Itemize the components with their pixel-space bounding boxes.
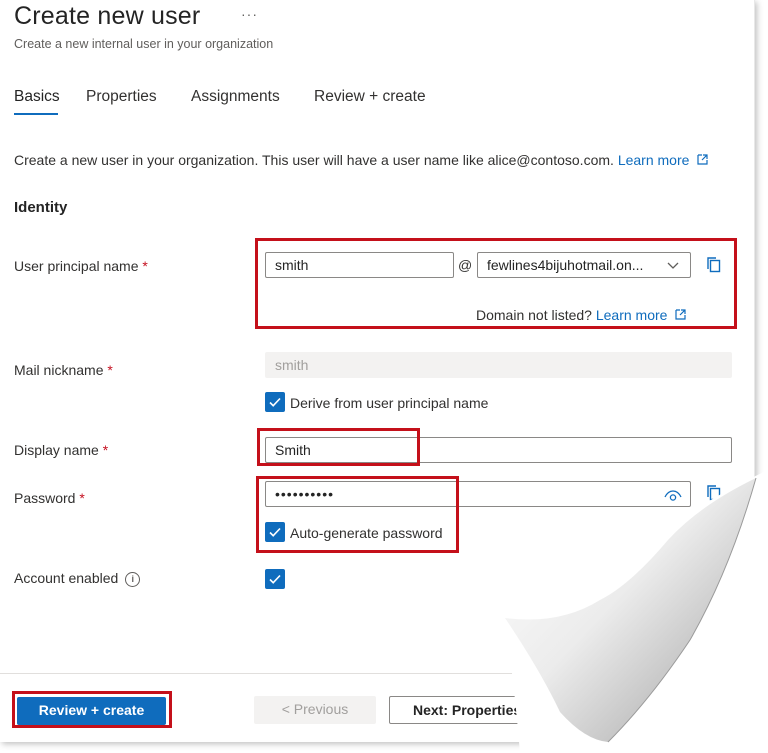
tab-assignments[interactable]: Assignments: [191, 88, 280, 106]
password-label: Password *: [14, 490, 85, 506]
eye-icon[interactable]: [664, 489, 682, 503]
password-highlight-box: [256, 476, 459, 553]
identity-section-title: Identity: [14, 199, 68, 216]
upn-label: User principal name *: [14, 258, 148, 274]
upn-highlight-box: [255, 238, 737, 329]
footer-divider: [0, 673, 754, 674]
tab-review-create[interactable]: Review + create: [314, 88, 426, 106]
mail-nickname-input: smith: [265, 352, 732, 378]
description-text: Create a new user in your organization. …: [14, 152, 614, 168]
create-user-page: Create new user ··· Create a new interna…: [0, 0, 755, 742]
external-link-icon: [697, 154, 708, 165]
tab-properties[interactable]: Properties: [86, 88, 157, 106]
next-properties-button[interactable]: Next: Properties >: [389, 696, 549, 724]
description: Create a new user in your organization. …: [14, 152, 708, 168]
previous-button: < Previous: [254, 696, 376, 724]
account-enabled-checkbox[interactable]: [265, 569, 285, 589]
derive-label: Derive from user principal name: [290, 395, 489, 411]
info-icon[interactable]: i: [125, 572, 141, 587]
copy-password-icon[interactable]: [706, 484, 722, 502]
mail-nickname-label: Mail nickname *: [14, 362, 113, 378]
learn-more-link[interactable]: Learn more: [618, 152, 708, 168]
derive-checkbox[interactable]: [265, 392, 285, 412]
review-create-highlight-box: [12, 691, 172, 728]
active-tab-indicator: [14, 113, 58, 115]
tab-basics[interactable]: Basics: [14, 88, 60, 106]
display-name-label: Display name *: [14, 442, 109, 458]
account-enabled-label: Account enabled i: [14, 570, 141, 587]
checkmark-icon: [269, 574, 281, 584]
page-subtitle: Create a new internal user in your organ…: [14, 37, 274, 51]
page-title: Create new user: [14, 2, 201, 30]
checkmark-icon: [269, 397, 281, 407]
more-options-button[interactable]: ···: [241, 6, 258, 22]
display-name-highlight-box: [257, 428, 420, 466]
